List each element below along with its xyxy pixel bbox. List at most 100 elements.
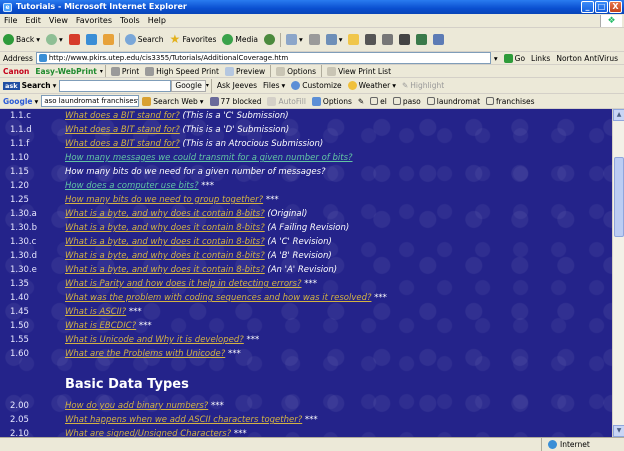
- tutorial-link[interactable]: What is a byte, and why does it contain …: [65, 251, 265, 261]
- autofill-icon: [267, 96, 277, 106]
- list-item: 2.00 How do you add binary numbers? ***: [0, 399, 612, 413]
- search-button[interactable]: Search: [122, 28, 167, 51]
- highlighter-button[interactable]: ✎: [355, 94, 367, 108]
- search-term-paso[interactable]: paso: [390, 94, 424, 108]
- home-button[interactable]: [100, 28, 117, 51]
- tutorial-link[interactable]: What is Unicode and Why it is developed?: [65, 335, 244, 345]
- customize-button[interactable]: Customize: [288, 78, 344, 93]
- research-button[interactable]: [362, 28, 379, 51]
- address-dropdown[interactable]: ▾: [491, 52, 501, 64]
- search-term-el[interactable]: el: [367, 94, 390, 108]
- item-number: 1.1.c: [10, 111, 31, 121]
- tutorial-link[interactable]: What is EBCDIC?: [65, 321, 136, 331]
- tutorial-link[interactable]: What are the Problems with Unicode?: [65, 349, 225, 359]
- printer-icon: [110, 66, 120, 76]
- files-button[interactable]: Files ▾: [260, 78, 288, 93]
- autofill-button[interactable]: AutoFill: [264, 94, 308, 108]
- preview-button[interactable]: Preview: [222, 65, 268, 77]
- folder-button[interactable]: [345, 28, 362, 51]
- menu-favorites[interactable]: Favorites: [72, 16, 116, 25]
- favorites-button[interactable]: ★ Favorites: [167, 28, 220, 51]
- ask-google-button[interactable]: Google: [171, 79, 206, 92]
- search-web-icon: [142, 96, 152, 106]
- tools-icon: [416, 34, 428, 45]
- page-content: 1.1.c What does a BIT stand for? (This is…: [0, 109, 612, 437]
- media-button[interactable]: Media: [219, 28, 261, 51]
- google-toolbar: Google ▾ aso laundromat franchises▾ Sear…: [0, 94, 624, 109]
- stop-button[interactable]: [66, 28, 83, 51]
- high-speed-print-button[interactable]: High Speed Print: [142, 65, 222, 77]
- item-note: ***: [231, 429, 247, 437]
- back-button[interactable]: Back ▾: [0, 28, 43, 51]
- scroll-thumb[interactable]: [614, 157, 624, 237]
- menu-file[interactable]: File: [0, 16, 21, 25]
- google-search-input[interactable]: aso laundromat franchises▾: [41, 95, 140, 107]
- scroll-down-button[interactable]: ▼: [613, 425, 624, 437]
- messenger-button[interactable]: [379, 28, 396, 51]
- vertical-scrollbar[interactable]: ▲ ▼: [612, 109, 624, 437]
- search-web-button[interactable]: Search Web ▾: [139, 94, 206, 108]
- weather-button[interactable]: Weather ▾: [345, 78, 399, 93]
- minimize-button[interactable]: _: [581, 1, 594, 13]
- tutorial-link[interactable]: What is a byte, and why does it contain …: [65, 265, 265, 275]
- ask-search-input[interactable]: [59, 79, 172, 92]
- edit-button[interactable]: ▾: [323, 28, 346, 51]
- ask-jeeves-button[interactable]: Ask Jeeves: [214, 78, 260, 93]
- tutorial-link[interactable]: What is a byte, and why does it contain …: [65, 209, 265, 219]
- maximize-button[interactable]: □: [595, 1, 608, 13]
- google-options-button[interactable]: Options: [309, 94, 355, 108]
- edit-icon: [325, 34, 337, 45]
- tutorial-link[interactable]: What does a BIT stand for?: [65, 125, 180, 135]
- tutorial-link[interactable]: What is ASCII?: [65, 307, 126, 317]
- discuss-button[interactable]: [396, 28, 413, 51]
- tutorial-link[interactable]: What are signed/Unsigned Characters?: [65, 429, 231, 437]
- tutorial-link[interactable]: What does a BIT stand for?: [65, 139, 180, 149]
- tutorial-link[interactable]: What does a BIT stand for?: [65, 111, 180, 121]
- tutorial-link[interactable]: How many bits do we need to group togeth…: [65, 195, 263, 205]
- links-button[interactable]: Links: [528, 52, 553, 64]
- view-print-list-button[interactable]: View Print List: [324, 65, 394, 77]
- tutorial-link[interactable]: How many messages we could transmit for …: [65, 153, 353, 163]
- norton-antivirus-button[interactable]: Norton AntiVirus: [553, 52, 621, 64]
- list-item: 1.1.f What does a BIT stand for? (This is…: [0, 137, 612, 151]
- easy-webprint-label[interactable]: Easy-WebPrint: [32, 65, 99, 77]
- close-button[interactable]: X: [609, 1, 622, 13]
- list-item: 1.50 What is EBCDIC? ***: [0, 319, 612, 333]
- options-icon: [311, 96, 321, 106]
- tutorial-link[interactable]: How do you add binary numbers?: [65, 401, 208, 411]
- history-button[interactable]: [261, 28, 278, 51]
- highlight-button[interactable]: ✎ Highlight: [399, 78, 447, 93]
- tutorial-link[interactable]: What happens when we add ASCII character…: [65, 415, 302, 425]
- item-text: How many bits do we need for a given num…: [65, 167, 326, 177]
- item-number: 2.10: [10, 429, 29, 437]
- tutorial-link[interactable]: How does a computer use bits?: [65, 181, 199, 191]
- canon-print-button[interactable]: Print: [108, 65, 142, 77]
- item-note: ***: [302, 415, 318, 425]
- menu-help[interactable]: Help: [144, 16, 170, 25]
- tutorial-link[interactable]: What was the problem with coding sequenc…: [65, 293, 371, 303]
- item-number: 1.25: [10, 195, 29, 205]
- tools-button[interactable]: [413, 28, 430, 51]
- item-number: 1.30.e: [10, 265, 37, 275]
- forward-button[interactable]: ▾: [43, 28, 66, 51]
- menu-tools[interactable]: Tools: [116, 16, 144, 25]
- canon-options-button[interactable]: Options: [273, 65, 319, 77]
- tutorial-link[interactable]: What is Parity and how does it help in d…: [65, 279, 302, 289]
- item-number: 2.00: [10, 401, 29, 411]
- item-note: ***: [198, 181, 215, 191]
- menu-view[interactable]: View: [45, 16, 72, 25]
- popup-blocker-button[interactable]: 77 blocked: [207, 94, 265, 108]
- go-button[interactable]: Go: [501, 52, 528, 64]
- address-input[interactable]: http://www.pkirs.utep.edu/cis3355/Tutori…: [35, 52, 491, 64]
- tutorial-link[interactable]: What is a byte, and why does it contain …: [65, 237, 265, 247]
- mail-button[interactable]: ▾: [283, 28, 306, 51]
- search-term-franchises[interactable]: franchises: [483, 94, 537, 108]
- menu-edit[interactable]: Edit: [21, 16, 45, 25]
- tutorial-link[interactable]: What is a byte, and why does it contain …: [65, 223, 265, 233]
- list-item: 1.30.d What is a byte, and why does it co…: [0, 249, 612, 263]
- related-button[interactable]: [430, 28, 447, 51]
- print-button[interactable]: [306, 28, 323, 51]
- refresh-button[interactable]: [83, 28, 100, 51]
- scroll-up-button[interactable]: ▲: [613, 109, 624, 121]
- search-term-laundromat[interactable]: laundromat: [424, 94, 483, 108]
